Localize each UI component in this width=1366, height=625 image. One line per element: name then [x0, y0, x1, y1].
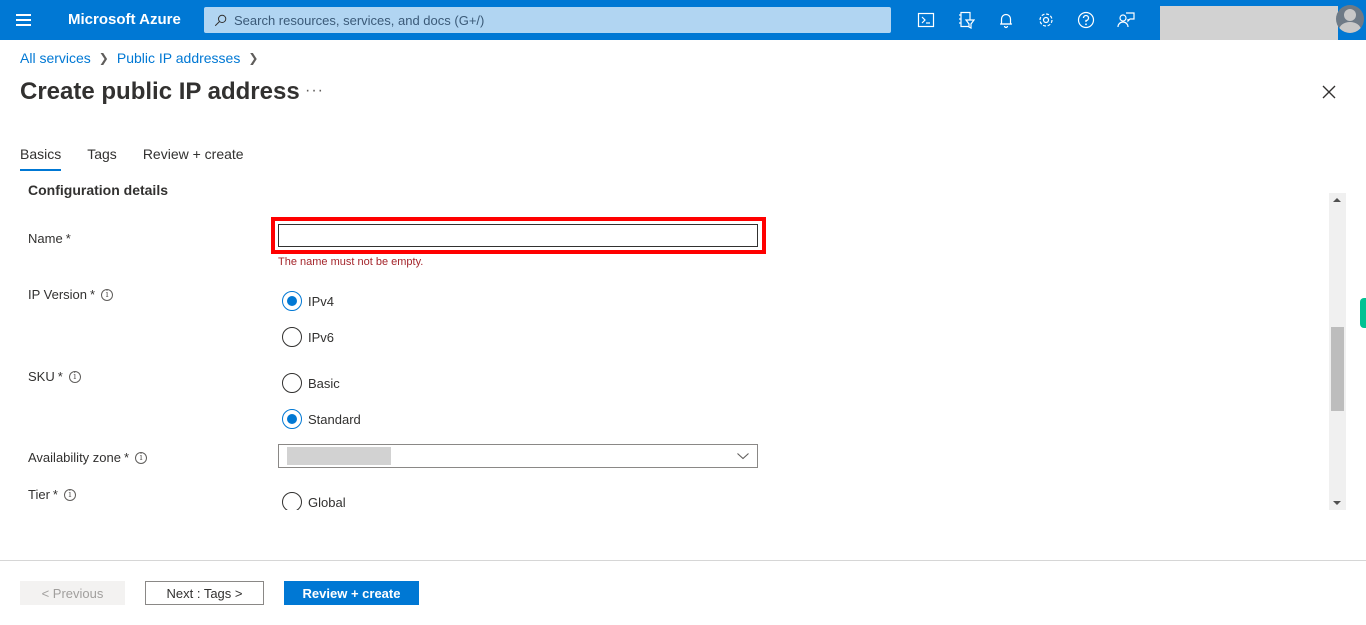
radio-button[interactable]: [282, 327, 302, 347]
required-asterisk: *: [123, 450, 130, 465]
tier-label-text: Tier: [28, 487, 50, 502]
ip-version-label: IP Version * i: [28, 287, 114, 302]
top-navigation-bar: Microsoft Azure: [0, 0, 1366, 40]
search-icon: [214, 14, 227, 26]
wizard-tabs: Basics Tags Review + create: [20, 146, 270, 171]
info-icon[interactable]: i: [68, 370, 81, 383]
radio-button-checked[interactable]: [282, 409, 302, 429]
availability-zone-dropdown[interactable]: [278, 444, 758, 468]
side-feedback-tab[interactable]: [1360, 298, 1366, 328]
breadcrumb-public-ip-addresses[interactable]: Public IP addresses: [117, 50, 240, 66]
next-tags-button[interactable]: Next : Tags >: [145, 581, 264, 605]
required-asterisk: *: [65, 231, 71, 246]
notifications-bell-icon[interactable]: [986, 0, 1026, 40]
radio-button-checked[interactable]: [282, 291, 302, 311]
review-create-button[interactable]: Review + create: [284, 581, 419, 605]
redacted-value: [287, 447, 391, 465]
sku-label-text: SKU: [28, 369, 55, 384]
chevron-down-icon: [737, 453, 749, 460]
sku-label: SKU * i: [28, 369, 81, 384]
scroll-up-arrow-icon[interactable]: [1333, 198, 1341, 202]
directory-filter-icon[interactable]: [946, 0, 986, 40]
footer-divider: [0, 560, 1366, 561]
vertical-scrollbar[interactable]: [1329, 193, 1346, 510]
info-icon[interactable]: i: [135, 451, 148, 464]
radio-label: Standard: [308, 411, 361, 427]
radio-basic[interactable]: Basic: [282, 373, 340, 393]
feedback-icon[interactable]: [1106, 0, 1146, 40]
breadcrumb-all-services[interactable]: All services: [20, 50, 91, 66]
search-input[interactable]: [234, 12, 874, 28]
radio-button[interactable]: [282, 373, 302, 393]
required-asterisk: *: [90, 287, 96, 302]
account-info-redacted[interactable]: [1160, 6, 1338, 40]
radio-label: Global: [308, 494, 346, 510]
more-options-button[interactable]: ···: [305, 82, 324, 100]
scroll-thumb[interactable]: [1331, 327, 1344, 411]
tier-label: Tier * i: [28, 487, 76, 502]
page-title: Create public IP address: [20, 78, 300, 105]
section-heading: Configuration details: [28, 185, 168, 198]
search-box[interactable]: [204, 7, 891, 33]
radio-button[interactable]: [282, 492, 302, 510]
ip-version-label-text: IP Version: [28, 287, 88, 302]
radio-global[interactable]: Global: [282, 492, 346, 510]
chevron-right-icon: ❯: [98, 51, 109, 65]
help-question-icon[interactable]: [1066, 0, 1106, 40]
name-label: Name *: [28, 231, 71, 246]
required-asterisk: *: [57, 369, 63, 384]
close-icon[interactable]: [1320, 83, 1338, 101]
availability-zone-label: Availability zone * i: [28, 450, 148, 465]
radio-label: IPv4: [308, 293, 335, 309]
info-icon[interactable]: i: [63, 488, 76, 501]
topbar-icons: [906, 0, 1146, 40]
radio-ipv6[interactable]: IPv6: [282, 327, 334, 347]
settings-gear-icon[interactable]: [1026, 0, 1066, 40]
name-input[interactable]: [278, 224, 758, 247]
radio-label: IPv6: [308, 329, 335, 345]
cloud-shell-icon[interactable]: [906, 0, 946, 40]
availability-zone-label-text: Availability zone: [28, 450, 121, 465]
breadcrumb: All services ❯ Public IP addresses ❯: [20, 50, 266, 66]
tab-tags[interactable]: Tags: [87, 146, 117, 171]
tab-basics[interactable]: Basics: [20, 146, 62, 171]
tab-review-create[interactable]: Review + create: [143, 146, 244, 171]
radio-ipv4[interactable]: IPv4: [282, 291, 334, 311]
radio-label: Basic: [308, 375, 340, 391]
avatar[interactable]: [1336, 5, 1364, 33]
info-icon[interactable]: i: [101, 288, 114, 301]
form-content: Configuration details Name * The name mus…: [0, 185, 1330, 510]
previous-button[interactable]: < Previous: [20, 581, 125, 605]
name-label-text: Name: [28, 231, 63, 246]
radio-standard[interactable]: Standard: [282, 409, 361, 429]
scroll-down-arrow-icon[interactable]: [1333, 501, 1341, 505]
hamburger-menu-icon[interactable]: [16, 12, 32, 28]
required-asterisk: *: [52, 487, 58, 502]
chevron-right-icon: ❯: [248, 51, 259, 65]
brand-name[interactable]: Microsoft Azure: [68, 11, 181, 28]
name-error-message: The name must not be empty.: [278, 256, 424, 268]
